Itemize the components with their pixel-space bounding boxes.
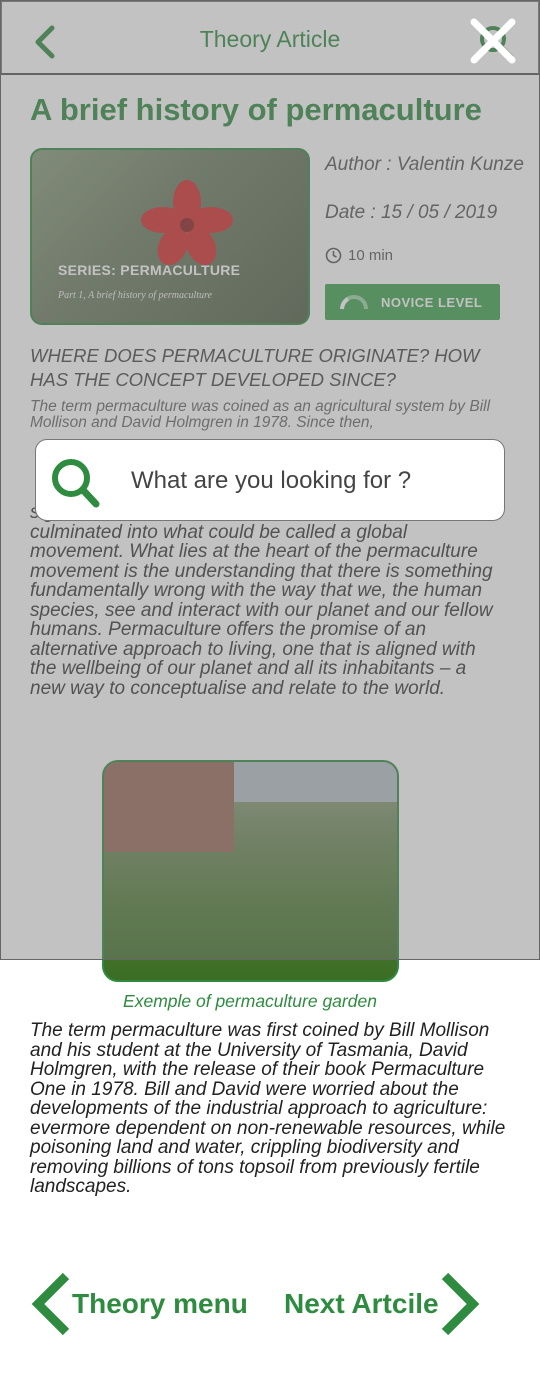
theory-menu-label: Theory menu: [72, 1288, 248, 1319]
close-icon[interactable]: [468, 16, 518, 66]
next-article-label: Next Artcile: [284, 1288, 439, 1319]
search-icon: [52, 459, 100, 508]
search-bar[interactable]: [35, 439, 505, 521]
chevron-left-icon: [31, 1272, 70, 1336]
image-caption: Exemple of permaculture garden: [123, 991, 377, 1011]
chevron-right-icon: [441, 1272, 479, 1336]
next-article-button[interactable]: Next Artcile: [284, 1268, 481, 1340]
theory-menu-button[interactable]: Theory menu: [30, 1268, 248, 1340]
article-paragraph-3: The term permaculture was first coined b…: [30, 1020, 506, 1197]
search-input[interactable]: [131, 464, 491, 498]
